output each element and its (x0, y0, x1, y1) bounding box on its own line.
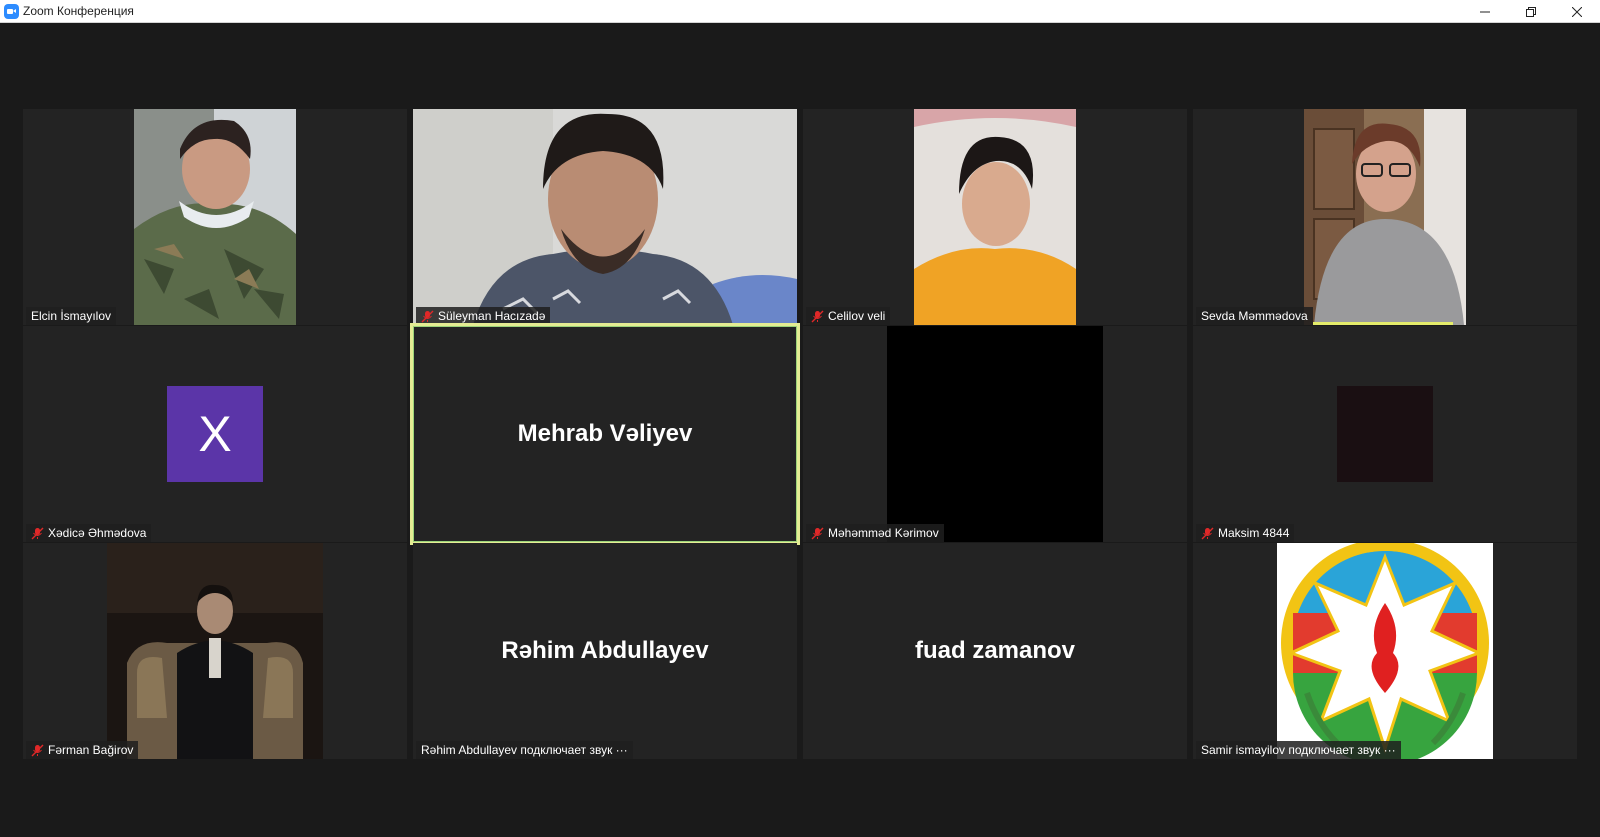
participant-video (413, 109, 797, 325)
close-icon (1572, 6, 1582, 17)
participant-tile[interactable]: Rəhim Abdullayev Rəhim Abdullayev подклю… (413, 543, 797, 759)
participant-tile[interactable]: Celilov veli (803, 109, 1187, 325)
azerbaijan-emblem-icon (1281, 543, 1489, 759)
participant-tile[interactable]: Samir ismayilov подключает звук ··· (1193, 543, 1577, 759)
restore-button[interactable] (1508, 0, 1554, 23)
participant-tile[interactable]: fuad zamanov (803, 543, 1187, 759)
muted-mic-icon (1201, 527, 1214, 539)
participant-tile[interactable]: Məhəmməd Kərimov (803, 326, 1187, 542)
participant-name-label: Rəhim Abdullayev подключает звук ··· (416, 741, 633, 759)
speaking-indicator (1313, 322, 1453, 325)
participant-name-label: Fərman Bağirov (26, 741, 139, 759)
participant-tile[interactable]: Elcin İsmayılov (23, 109, 407, 325)
participant-video (1277, 543, 1493, 759)
participant-tile[interactable]: Sevda Məmmədova (1193, 109, 1577, 325)
participant-video (887, 326, 1103, 542)
muted-mic-icon (31, 744, 44, 756)
participant-display-name: fuad zamanov (914, 637, 1076, 664)
avatar (1337, 386, 1433, 482)
participant-name-label: Sevda Məmmədova (1196, 307, 1313, 325)
participant-video (107, 543, 323, 759)
participant-name-label: Samir ismayilov подключает звук ··· (1196, 741, 1401, 759)
participant-video (1304, 109, 1466, 325)
participant-display-name: Mehrab Vəliyev (517, 420, 693, 447)
participant-name-label: Məhəmməd Kərimov (806, 524, 944, 542)
gallery-view: Elcin İsmayılov Süleyman Hacızadə Celilo… (0, 23, 1600, 837)
muted-mic-icon (811, 527, 824, 539)
participant-tile[interactable]: Süleyman Hacızadə (413, 109, 797, 325)
muted-mic-icon (421, 310, 434, 322)
restore-icon (1526, 6, 1536, 17)
close-button[interactable] (1554, 0, 1600, 23)
participant-name-label: Maksim 4844 (1196, 524, 1295, 542)
participant-name-label: Celilov veli (806, 307, 891, 325)
minimize-button[interactable] (1462, 0, 1508, 23)
title-bar: Zoom Конференция (0, 0, 1600, 23)
avatar: X (167, 386, 263, 482)
participant-name-label: Xədicə Əhmədova (26, 524, 152, 542)
muted-mic-icon (811, 310, 824, 322)
participant-display-name: Rəhim Abdullayev (501, 637, 709, 664)
participant-tile[interactable]: Fərman Bağirov (23, 543, 407, 759)
participant-tile[interactable]: Maksim 4844 (1193, 326, 1577, 542)
participant-name-label: Elcin İsmayılov (26, 307, 117, 325)
muted-mic-icon (31, 527, 44, 539)
minimize-icon (1480, 11, 1490, 12)
participant-video (914, 109, 1076, 325)
participant-video (134, 109, 296, 325)
zoom-app-icon (4, 4, 19, 19)
participant-tile[interactable]: X Xədicə Əhmədova (23, 326, 407, 542)
active-speaker-tile[interactable]: Mehrab Vəliyev (410, 323, 800, 545)
window-title: Zoom Конференция (23, 4, 134, 18)
